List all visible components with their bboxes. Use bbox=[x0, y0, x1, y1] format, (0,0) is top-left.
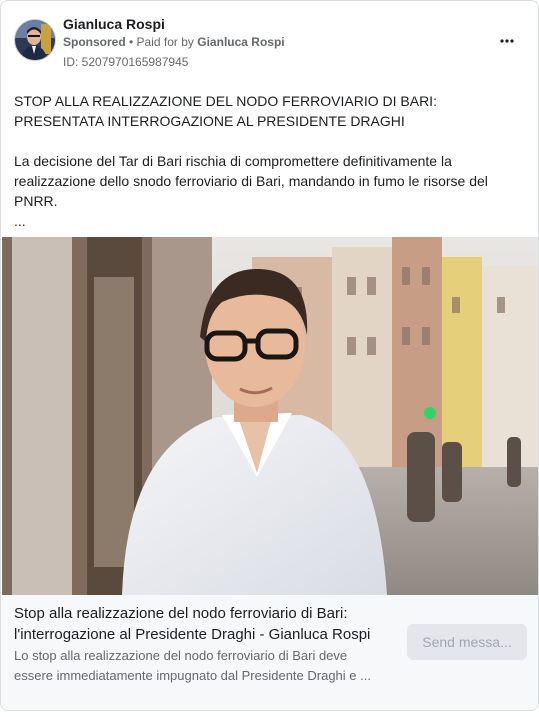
post-header: Gianluca Rospi Sponsored • Paid for by G… bbox=[1, 1, 538, 81]
send-message-button[interactable]: Send messa... bbox=[407, 624, 527, 660]
paid-for-prefix: • Paid for by bbox=[129, 35, 194, 49]
link-preview[interactable]: Stop alla realizzazione del nodo ferrovi… bbox=[1, 595, 538, 710]
post-paragraph: La decisione del Tar di Bari rischia di … bbox=[14, 153, 488, 209]
link-title[interactable]: Stop alla realizzazione del nodo ferrovi… bbox=[14, 603, 399, 645]
sponsored-label: Sponsored bbox=[63, 35, 126, 49]
ad-image[interactable] bbox=[2, 237, 538, 595]
link-title-line-2: l'interrogazione al Presidente Draghi - … bbox=[14, 626, 371, 643]
ad-card: Gianluca Rospi Sponsored • Paid for by G… bbox=[0, 0, 539, 711]
link-title-line-1: Stop alla realizzazione del nodo ferrovi… bbox=[14, 605, 348, 622]
more-horizontal-icon bbox=[500, 39, 514, 43]
see-more-ellipsis[interactable]: ... bbox=[14, 214, 519, 228]
sponsored-line: Sponsored • Paid for by Gianluca Rospi bbox=[63, 35, 285, 49]
link-desc-line-2: essere immediatamente impugnato dal Pres… bbox=[14, 668, 371, 683]
link-description: Lo stop alla realizzazione del nodo ferr… bbox=[14, 646, 399, 686]
more-options-button[interactable] bbox=[495, 29, 519, 53]
post-headline: STOP ALLA REALIZZAZIONE DEL NODO FERROVI… bbox=[14, 93, 437, 129]
post-body: STOP ALLA REALIZZAZIONE DEL NODO FERROVI… bbox=[14, 91, 519, 228]
author-name[interactable]: Gianluca Rospi bbox=[63, 16, 165, 32]
avatar-photo-icon bbox=[15, 20, 55, 60]
paid-for-name: Gianluca Rospi bbox=[197, 35, 285, 49]
portrait-photo bbox=[2, 237, 538, 595]
ad-id: ID: 5207970165987945 bbox=[63, 55, 189, 69]
link-desc-line-1: Lo stop alla realizzazione del nodo ferr… bbox=[14, 648, 348, 663]
avatar[interactable] bbox=[14, 19, 56, 61]
